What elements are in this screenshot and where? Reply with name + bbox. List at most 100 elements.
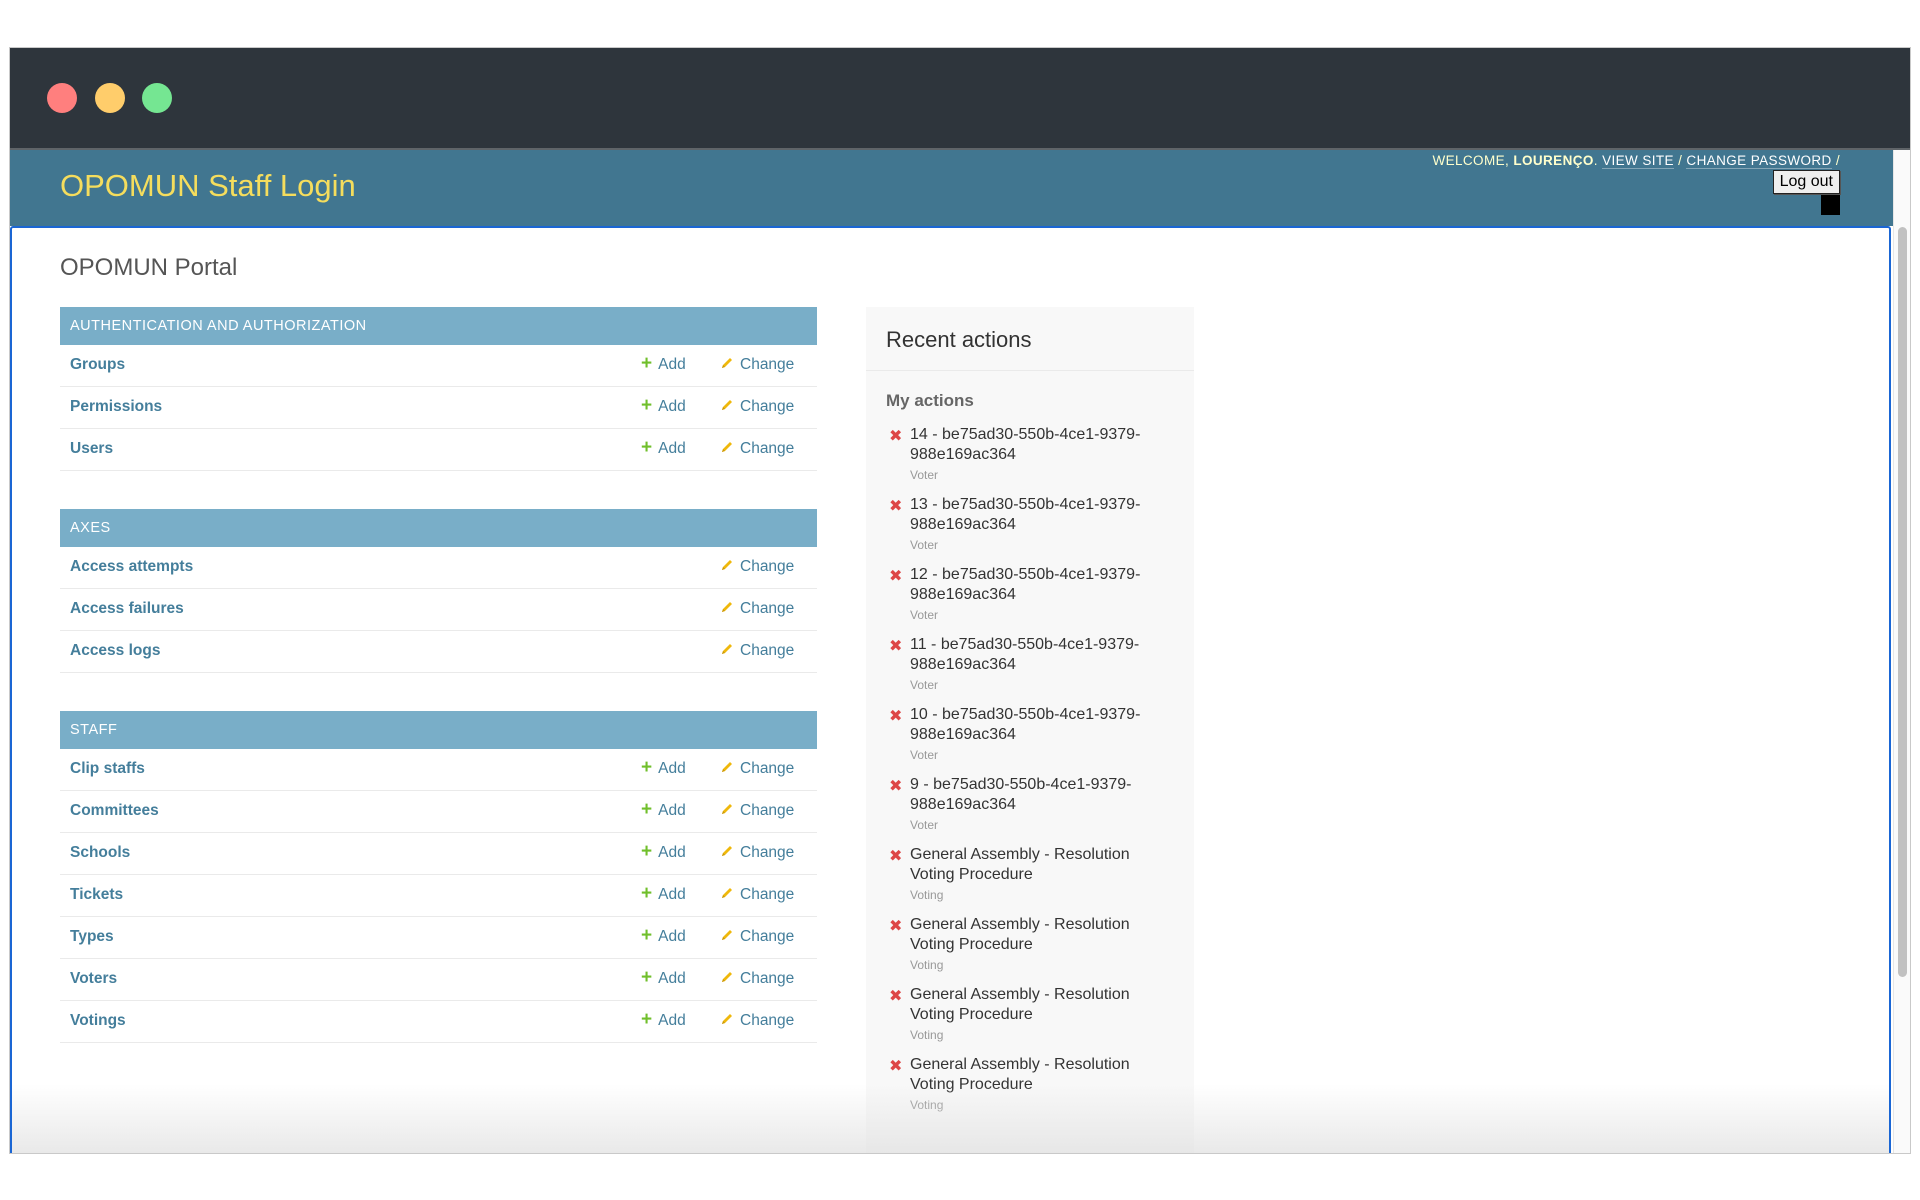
close-window-button[interactable] [47,83,77,113]
add-link[interactable]: + Add [641,884,686,904]
delete-icon: ✖ [889,638,903,655]
separator: / [1678,153,1683,168]
model-row: Types + Add Change [60,917,817,959]
module-axes: Axes Access attempts Change Access failures… [60,509,817,673]
add-icon: + [641,925,653,946]
model-link[interactable]: Voters [70,970,117,988]
add-label: Add [658,802,686,819]
add-link[interactable]: + Add [641,800,686,820]
action-title: 11 - be75ad30-550b-4ce1-9379-988e169ac36… [910,636,1140,673]
recent-action-item: ✖ General Assembly - Resolution Voting Pr… [866,845,1194,902]
model-link[interactable]: Access failures [70,600,184,618]
action-type: Voter [910,538,939,552]
add-link[interactable]: + Add [641,758,686,778]
model-link[interactable]: Users [70,440,113,458]
module-header[interactable]: Staff [60,711,817,749]
action-type: Voting [910,1028,944,1042]
pencil-icon [720,642,734,656]
change-label: Change [740,886,795,903]
recent-action-item: ✖ 10 - be75ad30-550b-4ce1-9379-988e169ac3… [866,705,1194,762]
rendering-artifact [1821,195,1840,215]
add-link[interactable]: + Add [641,925,686,946]
logout-button[interactable]: Log out [1772,170,1840,194]
add-link[interactable]: + Add [641,438,686,458]
add-link[interactable]: + Add [641,1010,686,1030]
model-link[interactable]: Access attempts [70,558,193,576]
delete-icon: ✖ [889,918,903,935]
pencil-icon [720,760,734,774]
model-link[interactable]: Permissions [70,398,162,416]
model-link[interactable]: Groups [70,356,125,374]
change-label: Change [740,558,795,575]
model-row: Tickets + Add Change [60,875,817,917]
maximize-window-button[interactable] [142,83,172,113]
add-link[interactable]: + Add [641,842,686,862]
model-row: Groups + Add Change [60,345,817,387]
change-label: Change [740,760,795,777]
change-link[interactable]: Change [720,440,794,458]
model-link[interactable]: Access logs [70,642,160,660]
add-link[interactable]: + Add [641,354,686,374]
my-actions-title: My actions [886,391,974,410]
pencil-icon [720,356,734,370]
add-label: Add [658,440,686,457]
action-type: Voting [910,1098,944,1112]
username: Lourenço [1513,153,1594,168]
change-label: Change [740,928,795,945]
delete-icon: ✖ [889,988,903,1005]
change-link[interactable]: Change [720,970,794,988]
module-header[interactable]: Authentication and Authorization [60,307,817,345]
change-link[interactable]: Change [720,886,794,904]
change-link[interactable]: Change [720,600,794,618]
action-type: Voter [910,818,939,832]
add-label: Add [658,928,686,945]
action-type: Voter [910,748,939,762]
action-title: General Assembly - Resolution Voting Pro… [910,846,1130,883]
welcome-text: Welcome, [1432,153,1510,168]
model-link[interactable]: Types [70,928,114,946]
recent-actions-title: Recent actions [866,307,1194,371]
module-authentication-and-authorization: Authentication and Authorization Groups + A… [60,307,817,471]
action-title: 13 - be75ad30-550b-4ce1-9379-988e169ac36… [910,496,1141,533]
user-tools: Welcome, Lourenço. View site / Change pa… [1432,153,1840,169]
model-link[interactable]: Tickets [70,886,123,904]
change-link[interactable]: Change [720,558,794,576]
add-label: Add [658,760,686,777]
change-link[interactable]: Change [720,760,794,778]
module-staff: Staff Clip staffs + Add Change Committees + Add… [60,711,817,1043]
change-link[interactable]: Change [720,844,794,862]
action-type: Voter [910,678,939,692]
action-title: 12 - be75ad30-550b-4ce1-9379-988e169ac36… [910,566,1141,603]
model-link[interactable]: Clip staffs [70,760,145,778]
model-link[interactable]: Schools [70,844,130,862]
model-link[interactable]: Committees [70,802,159,820]
add-icon: + [641,395,653,416]
action-type: Voter [910,468,939,482]
model-link[interactable]: Votings [70,1012,126,1030]
separator: / [1835,153,1840,168]
add-link[interactable]: + Add [641,395,686,416]
change-link[interactable]: Change [720,398,794,416]
add-link[interactable]: + Add [641,968,686,988]
scrollbar-thumb[interactable] [1898,227,1907,977]
recent-action-item: ✖ 12 - be75ad30-550b-4ce1-9379-988e169ac3… [866,565,1194,622]
change-link[interactable]: Change [720,1012,794,1030]
module-header[interactable]: Axes [60,509,817,547]
action-title: 14 - be75ad30-550b-4ce1-9379-988e169ac36… [910,426,1141,463]
recent-action-item: ✖ 9 - be75ad30-550b-4ce1-9379-988e169ac36… [866,775,1194,832]
pencil-icon [720,844,734,858]
change-link[interactable]: Change [720,642,794,660]
change-link[interactable]: Change [720,802,794,820]
change-link[interactable]: Change [720,356,794,374]
view-site-link[interactable]: View site [1602,153,1674,169]
recent-actions-panel: Recent actions My actions ✖ 14 - be75ad30… [866,307,1194,1153]
model-row: Schools + Add Change [60,833,817,875]
change-password-link[interactable]: Change password [1686,153,1832,169]
recent-action-item: ✖ General Assembly - Resolution Voting Pr… [866,915,1194,972]
minimize-window-button[interactable] [95,83,125,113]
delete-icon: ✖ [889,778,903,795]
change-link[interactable]: Change [720,928,794,946]
vertical-scrollbar[interactable] [1893,150,1910,1153]
site-branding[interactable]: OPOMUN Staff Login [60,168,356,204]
model-row: Permissions + Add Change [60,387,817,429]
